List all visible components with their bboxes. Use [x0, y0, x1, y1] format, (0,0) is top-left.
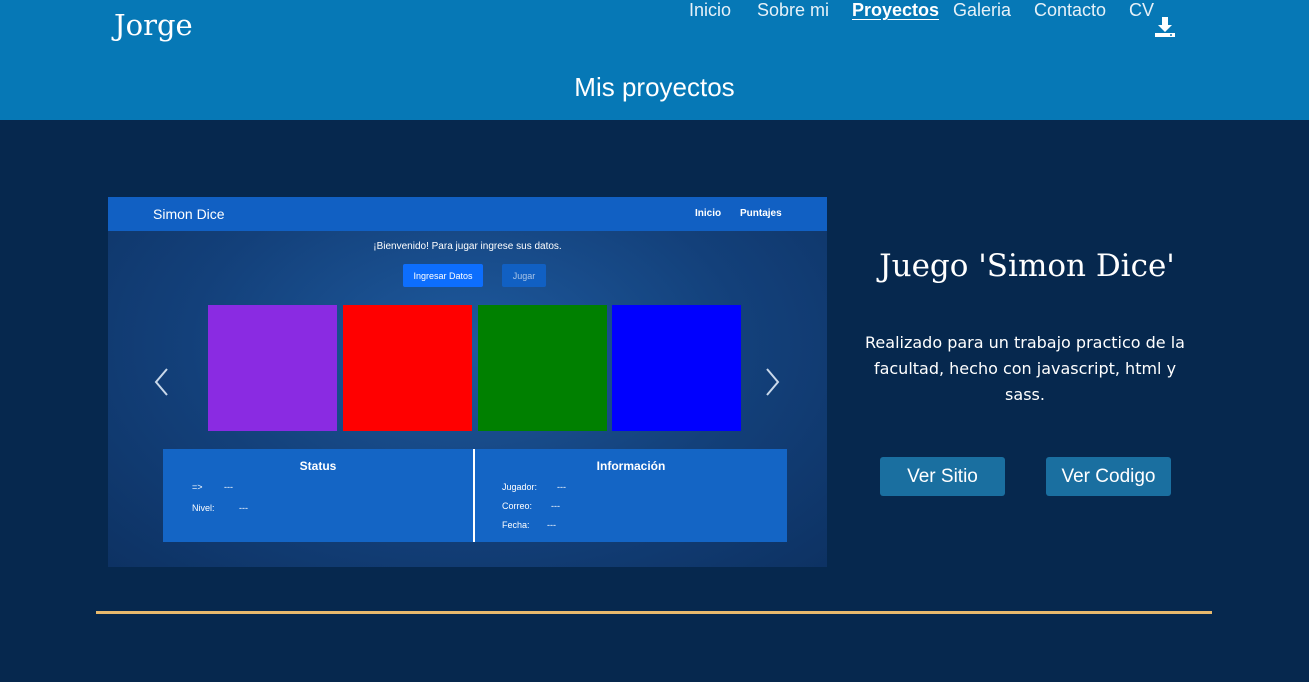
ver-codigo-button[interactable]: Ver Codigo	[1046, 457, 1171, 496]
info-fecha-value: ---	[547, 520, 556, 530]
simon-square-blue	[612, 305, 741, 431]
info-correo-value: ---	[551, 501, 560, 511]
preview-jugar-button: Jugar	[502, 264, 546, 287]
preview-welcome-text: ¡Bienvenido! Para jugar ingrese sus dato…	[373, 241, 562, 252]
ver-sitio-button[interactable]: Ver Sitio	[880, 457, 1005, 496]
preview-info-panel: Información Jugador: --- Correo: --- Fec…	[475, 449, 787, 542]
info-fecha-label: Fecha:	[502, 520, 530, 530]
nav-sobre-mi[interactable]: Sobre mi	[757, 0, 829, 21]
nav-galeria[interactable]: Galeria	[953, 0, 1011, 21]
carousel-prev-icon[interactable]	[152, 367, 172, 397]
project-screenshot: Simon Dice Inicio Puntajes ¡Bienvenido! …	[108, 197, 827, 567]
status-arrow-value: ---	[224, 482, 233, 492]
preview-nav-inicio: Inicio	[695, 208, 722, 219]
info-correo-label: Correo:	[502, 501, 533, 511]
project-title: Juego 'Simon Dice'	[879, 248, 1175, 284]
site-header: Jorge Inicio Sobre mi Proyectos Galeria …	[0, 0, 1309, 120]
info-jugador-label: Jugador:	[502, 482, 538, 492]
preview-nav-puntajes: Puntajes	[740, 208, 782, 219]
nav-cv[interactable]: CV	[1129, 0, 1154, 21]
simon-square-green	[478, 305, 607, 431]
preview-brand: Simon Dice	[153, 206, 225, 222]
preview-ingresar-button: Ingresar Datos	[403, 264, 483, 287]
status-nivel-label: Nivel:	[192, 503, 215, 513]
preview-navbar: Simon Dice Inicio Puntajes	[108, 197, 827, 231]
info-jugador-value: ---	[557, 482, 566, 492]
section-divider	[96, 611, 1212, 614]
nav-contacto[interactable]: Contacto	[1034, 0, 1106, 21]
carousel-next-icon[interactable]	[762, 367, 782, 397]
preview-status-panel: Status => --- Nivel: ---	[163, 449, 473, 542]
nav-proyectos[interactable]: Proyectos	[852, 0, 939, 21]
project-description: Realizado para un trabajo practico de la…	[865, 333, 1185, 404]
simon-square-red	[343, 305, 472, 431]
status-nivel-value: ---	[239, 503, 248, 513]
page-title: Mis proyectos	[574, 72, 735, 102]
info-title: Información	[596, 459, 666, 473]
status-arrow-label: =>	[192, 482, 203, 492]
site-brand[interactable]: Jorge	[114, 8, 193, 42]
simon-square-purple	[208, 305, 337, 431]
nav-inicio[interactable]: Inicio	[689, 0, 731, 21]
status-title: Status	[299, 459, 337, 473]
download-icon[interactable]	[1154, 16, 1176, 38]
